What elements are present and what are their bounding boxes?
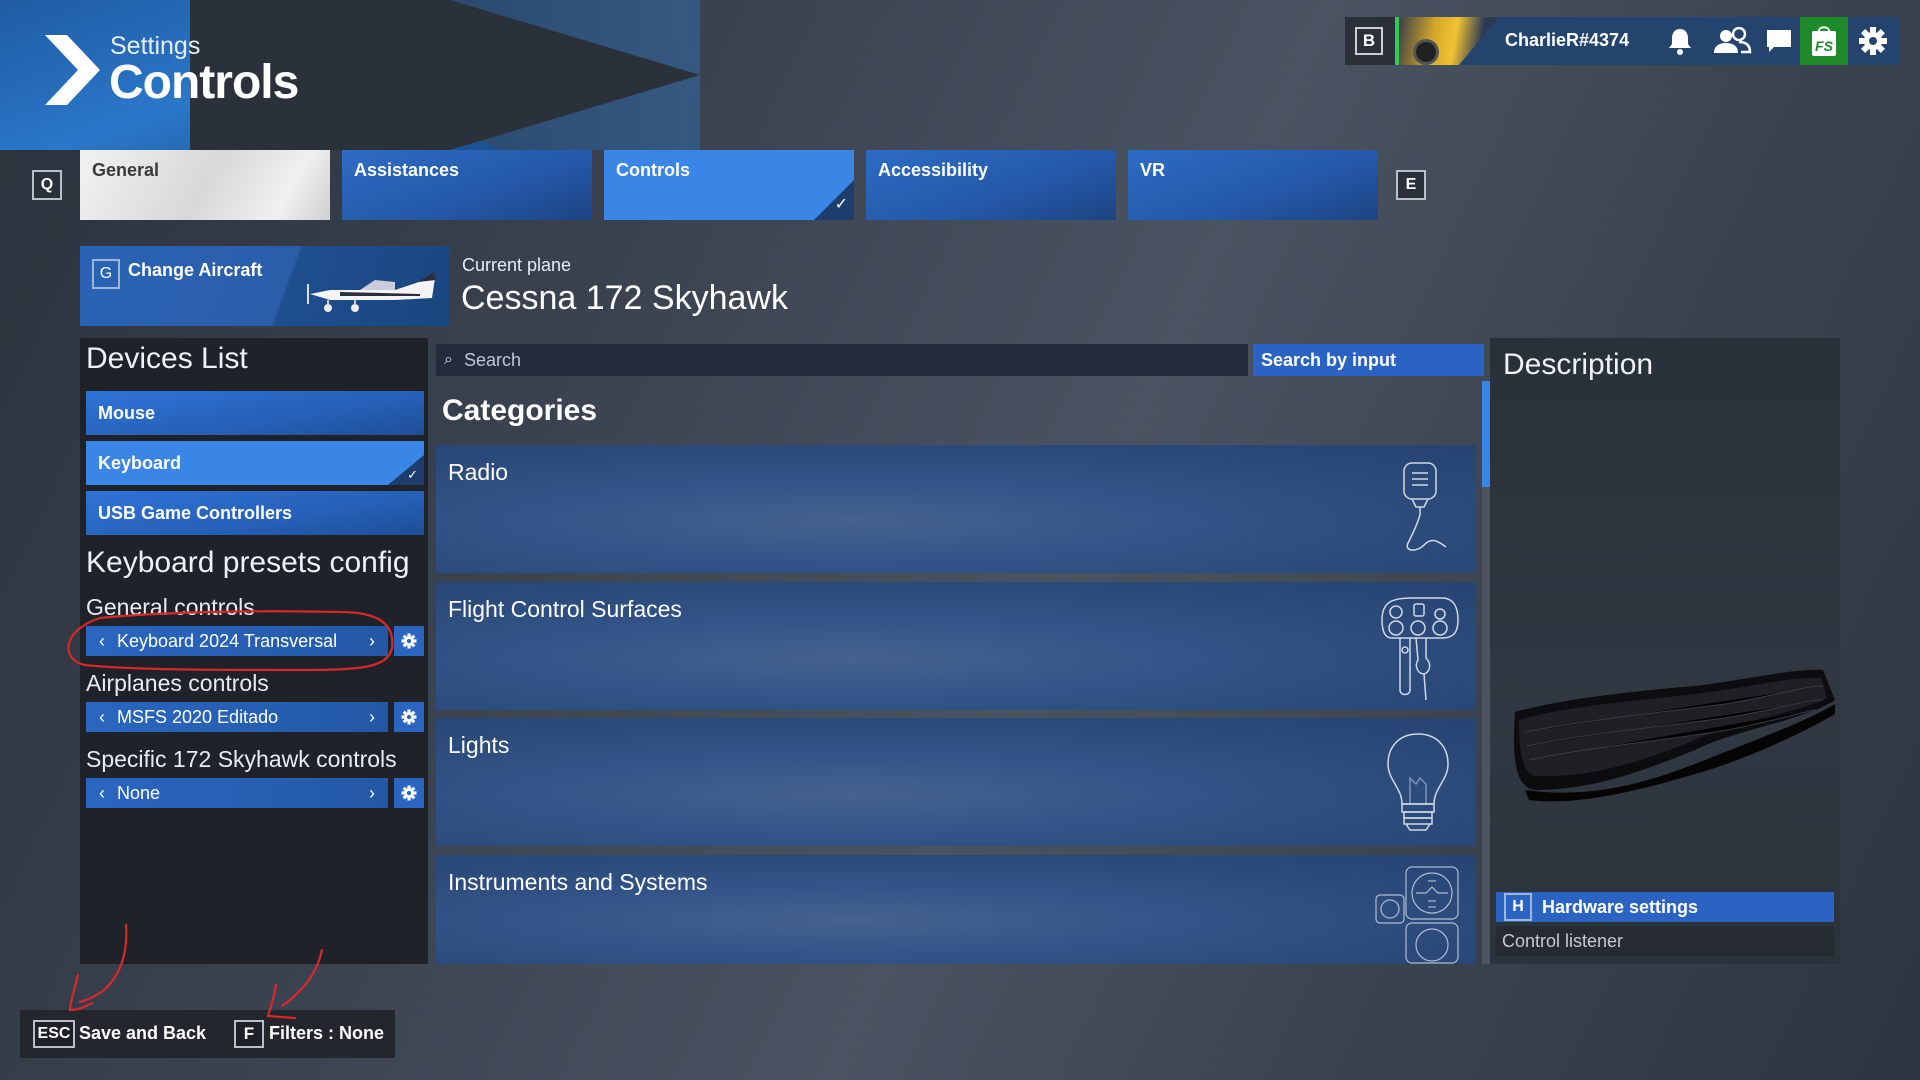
category-lights[interactable]: Lights (436, 718, 1476, 846)
preset-value: Keyboard 2024 Transversal (117, 631, 338, 651)
chevron-left-icon[interactable]: ‹ (90, 702, 114, 732)
yoke-icon (1381, 597, 1459, 701)
tab-label: Assistances (354, 160, 460, 180)
tab-general[interactable]: General (80, 150, 330, 220)
profile-bar: B CharlieR#4374 FS (1345, 17, 1900, 65)
search-icon: ⌕ (444, 351, 453, 368)
scrollbar-thumb[interactable] (1482, 381, 1490, 487)
key-hint-esc: ESC (33, 1020, 75, 1048)
save-and-back-button[interactable]: Save and Back (79, 1023, 206, 1044)
gauges-icon (1375, 866, 1459, 964)
gear-icon (401, 785, 417, 801)
chevron-left-icon[interactable]: ‹ (90, 778, 114, 808)
preset-group-label: Airplanes controls (86, 670, 269, 696)
friends-icon[interactable] (1711, 25, 1753, 57)
key-hint-h: H (1504, 893, 1532, 921)
change-aircraft-label: Change Aircraft (128, 260, 263, 280)
checkmark-icon: ✓ (834, 196, 848, 213)
avatar[interactable] (1399, 17, 1499, 65)
devices-panel: Devices List Mouse Keyboard ✓ USB Game C… (80, 338, 428, 964)
devices-list-title: Devices List (86, 342, 248, 375)
tab-label: Accessibility (878, 160, 989, 180)
category-label: Lights (448, 732, 510, 758)
tab-controls[interactable]: Controls ✓ (604, 150, 854, 220)
category-radio[interactable]: Radio (436, 445, 1476, 573)
marketplace-button[interactable]: FS (1800, 17, 1848, 65)
chevron-right-icon[interactable]: › (360, 778, 384, 808)
preset-selector-airplanes[interactable]: ‹ MSFS 2020 Editado › (86, 702, 388, 732)
bottom-action-bar: ESC Save and Back F Filters : None (20, 1010, 395, 1058)
presets-title: Keyboard presets config (86, 546, 410, 579)
light-bulb-icon (1387, 733, 1449, 831)
keyboard-image (1513, 669, 1835, 802)
tab-label: General (92, 160, 160, 180)
chevron-right-icon[interactable]: › (360, 626, 384, 656)
username[interactable]: CharlieR#4374 (1505, 30, 1629, 51)
category-label: Radio (448, 459, 509, 485)
search-input[interactable]: ⌕ Search (436, 344, 1248, 376)
device-label: USB Game Controllers (98, 503, 293, 523)
tab-vr[interactable]: VR (1128, 150, 1378, 220)
preset-settings-button[interactable] (394, 626, 424, 656)
marketplace-icon: FS (1812, 26, 1836, 56)
tab-label: VR (1140, 160, 1166, 180)
category-instruments-and-systems[interactable]: Instruments and Systems (436, 855, 1476, 964)
category-label: Instruments and Systems (448, 869, 708, 895)
chevron-left-icon[interactable]: ‹ (90, 626, 114, 656)
device-label: Mouse (98, 403, 156, 423)
current-plane-name: Cessna 172 Skyhawk (461, 279, 788, 317)
tab-assistances[interactable]: Assistances (342, 150, 592, 220)
preset-selector-general[interactable]: ‹ Keyboard 2024 Transversal › (86, 626, 388, 656)
chat-icon[interactable] (1763, 25, 1795, 57)
gear-icon (401, 633, 417, 649)
description-panel: Description H Hardware settings Control … (1490, 338, 1840, 964)
device-label: Keyboard (98, 453, 182, 473)
device-item-usb-game-controllers[interactable]: USB Game Controllers (86, 491, 424, 535)
key-hint-f: F (234, 1020, 264, 1048)
online-indicator (1395, 17, 1399, 65)
preset-settings-button[interactable] (394, 778, 424, 808)
control-listener-button[interactable]: Control listener (1496, 926, 1834, 956)
device-item-keyboard[interactable]: Keyboard ✓ (86, 441, 424, 485)
tab-label: Controls (616, 160, 690, 180)
preset-group-label: Specific 172 Skyhawk controls (86, 746, 397, 772)
store-label: FS (1815, 38, 1834, 54)
page-title: Controls (109, 56, 299, 109)
current-plane-label: Current plane (462, 255, 572, 275)
search-placeholder: Search (464, 350, 522, 370)
hardware-settings-label: Hardware settings (1542, 897, 1699, 917)
filters-button[interactable]: Filters : None (269, 1023, 384, 1044)
device-item-mouse[interactable]: Mouse (86, 391, 424, 435)
description-title: Description (1503, 348, 1654, 381)
gear-icon (401, 709, 417, 725)
key-hint-q[interactable]: Q (32, 170, 62, 200)
annotation-arrow-save (68, 973, 94, 1012)
aircraft-icon (307, 272, 436, 312)
search-by-input-button[interactable]: Search by input (1253, 344, 1484, 376)
preset-selector-specific[interactable]: ‹ None › (86, 778, 388, 808)
hardware-settings-button[interactable]: H Hardware settings (1496, 892, 1834, 922)
key-hint-g: G (92, 259, 120, 289)
tab-accessibility[interactable]: Accessibility (866, 150, 1116, 220)
preset-value: None (117, 783, 161, 803)
category-label: Flight Control Surfaces (448, 596, 682, 622)
change-aircraft-button[interactable]: G Change Aircraft (80, 246, 450, 326)
key-hint-b[interactable]: B (1355, 27, 1383, 55)
settings-gear-icon[interactable] (1857, 25, 1889, 57)
selected-corner (388, 455, 424, 485)
category-flight-control-surfaces[interactable]: Flight Control Surfaces (436, 582, 1476, 710)
radio-microphone-icon (1403, 462, 1447, 551)
preset-group-label: General controls (86, 594, 255, 620)
chevron-right-icon[interactable]: › (360, 702, 384, 732)
preset-settings-button[interactable] (394, 702, 424, 732)
bell-icon[interactable] (1664, 25, 1696, 57)
key-hint-e[interactable]: E (1396, 170, 1426, 200)
preset-value: MSFS 2020 Editado (117, 707, 279, 727)
categories-title: Categories (442, 394, 598, 427)
